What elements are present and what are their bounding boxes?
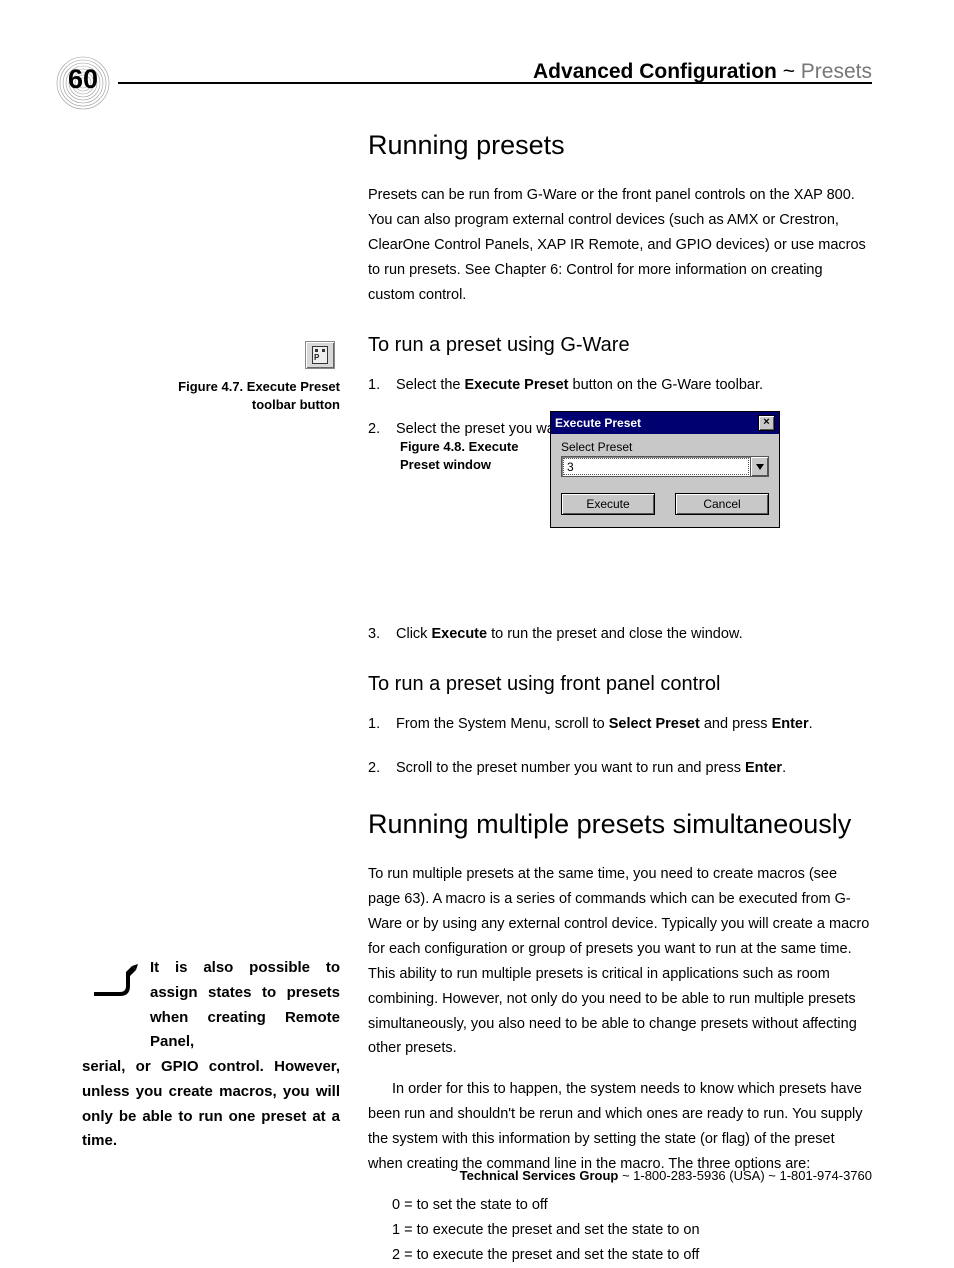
select-preset-label: Select Preset [561,440,769,454]
header-bold: Advanced Configuration [533,60,777,83]
header-light: Presets [801,60,872,83]
chevron-down-icon [756,464,764,470]
execute-preset-window: Execute Preset × Select Preset Execute C… [550,411,780,528]
window-title: Execute Preset [555,416,641,430]
side-note: It is also possible to assign states to … [82,956,340,1154]
close-icon: × [763,416,769,428]
state-1: 1 = to execute the preset and set the st… [392,1218,873,1243]
state-0: 0 = to set the state to off [392,1193,873,1218]
page-number: 60 [55,64,111,95]
preset-input[interactable] [563,458,749,475]
execute-preset-toolbar-button[interactable]: P [305,341,335,369]
subheading-gware: To run a preset using G-Ware [368,334,873,357]
step-a3: Click Execute to run the preset and clos… [368,622,873,647]
side-note-rest: serial, or GPIO control. However, unless… [82,1058,340,1149]
figure-4-7-caption: Figure 4.7. Execute Preset toolbar butto… [170,378,340,414]
page-footer: Technical Services Group ~ 1-800-283-593… [0,1168,872,1183]
step-a1: Select the Execute Preset button on the … [368,373,873,398]
header-section-label: Advanced Configuration ~ Presets [533,60,872,84]
step-b2: Scroll to the preset number you want to … [368,756,873,781]
dropdown-button[interactable] [750,457,768,476]
para-multi-2: In order for this to happen, the system … [368,1077,873,1177]
side-note-first: It is also possible to assign states to … [82,956,340,1055]
intro-paragraph: Presets can be run from G-Ware or the fr… [368,183,873,308]
execute-button[interactable]: Execute [561,493,655,515]
state-options-list: 0 = to set the state to off 1 = to execu… [392,1193,873,1268]
cancel-button[interactable]: Cancel [675,493,769,515]
window-titlebar: Execute Preset × [551,412,779,434]
figure-4-8-caption: Figure 4.8. Execute Preset window [400,438,520,474]
para-multi-1: To run multiple presets at the same time… [368,862,873,1062]
footer-bold: Technical Services Group [460,1168,619,1183]
page-number-ornament: 60 [55,55,111,111]
header-sep: ~ [777,60,801,83]
execute-preset-icon: P [312,346,328,364]
preset-combobox[interactable] [561,456,769,477]
heading-running-multiple: Running multiple presets simultaneously [368,809,873,840]
heading-running-presets: Running presets [368,130,873,161]
footer-rest: ~ 1-800-283-5936 (USA) ~ 1-801-974-3760 [618,1168,872,1183]
state-2: 2 = to execute the preset and set the st… [392,1243,873,1268]
subheading-frontpanel: To run a preset using front panel contro… [368,673,873,696]
step-b1: From the System Menu, scroll to Select P… [368,712,873,737]
close-button[interactable]: × [758,415,775,431]
